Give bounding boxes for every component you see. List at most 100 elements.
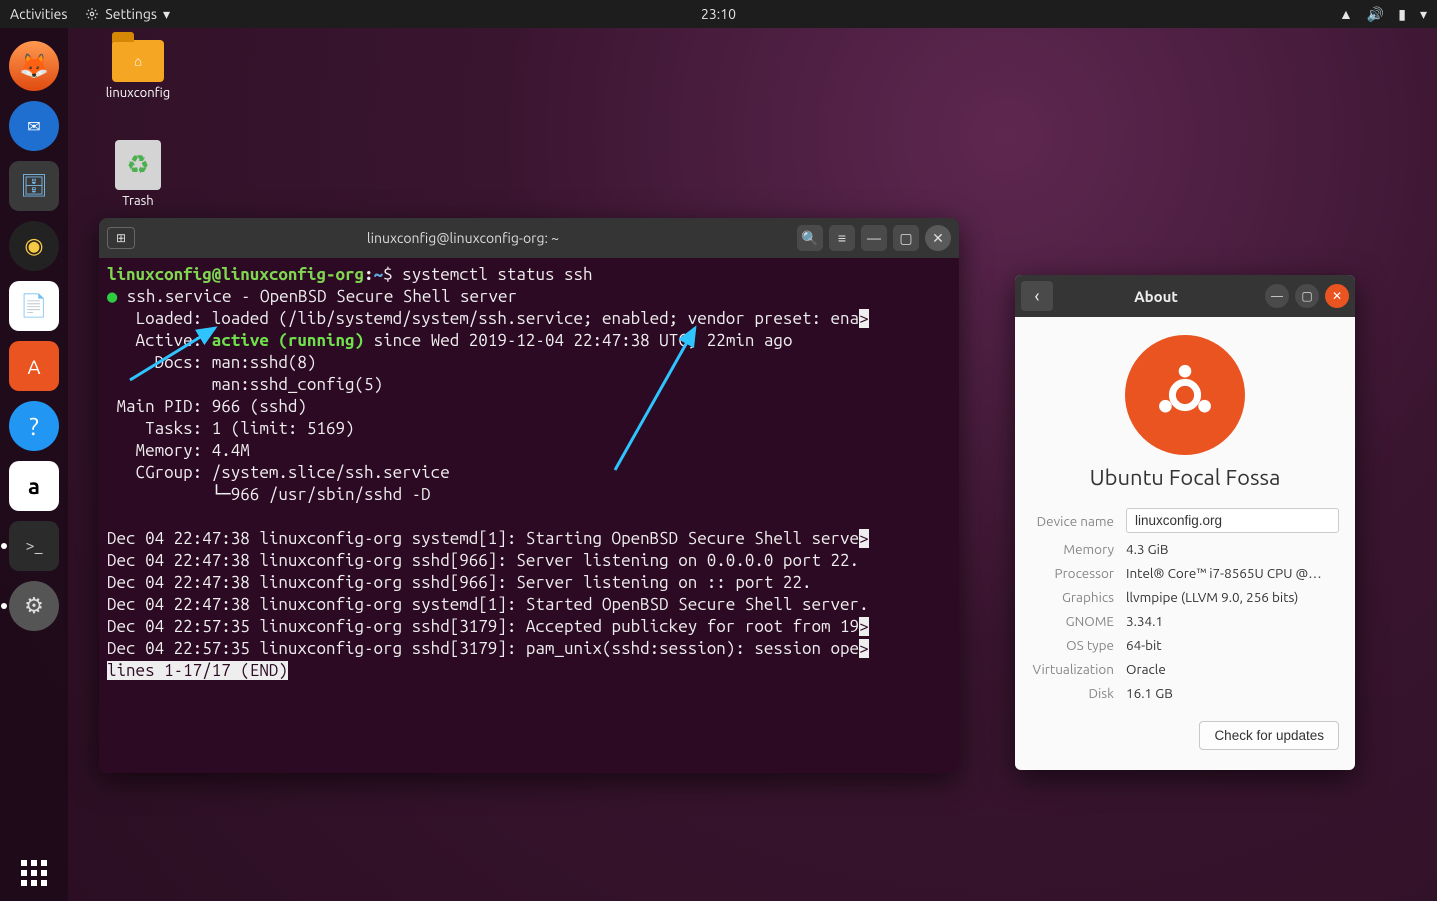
volume-icon[interactable]: 🔊	[1367, 6, 1384, 23]
folder-icon: ⌂	[112, 40, 164, 82]
about-label: Processor	[1031, 565, 1126, 581]
about-label: GNOME	[1031, 613, 1126, 629]
log-line: Dec 04 22:47:38 linuxconfig-org sshd[966…	[107, 573, 811, 592]
about-row-virt: Virtualization Oracle	[1031, 661, 1339, 677]
prompt-symbol: $	[383, 265, 393, 284]
cgroup-line-2: └─966 /usr/sbin/sshd -D	[107, 485, 431, 504]
check-updates-button[interactable]: Check for updates	[1199, 721, 1339, 750]
about-value: 64-bit	[1126, 637, 1339, 653]
about-value: Oracle	[1126, 661, 1339, 677]
terminal-menu-button[interactable]: ≡	[829, 225, 855, 251]
desktop-trash-label: Trash	[98, 194, 178, 208]
amazon-icon: a	[28, 474, 40, 499]
terminal-maximize-button[interactable]: ▢	[893, 225, 919, 251]
log-line: Dec 04 22:57:35 linuxconfig-org sshd[317…	[107, 617, 859, 636]
ubuntu-logo-icon	[1125, 335, 1245, 455]
top-panel: Activities Settings ▾ 23:10 ▲ 🔊 ▮ ▾	[0, 0, 1437, 28]
about-maximize-button[interactable]: ▢	[1295, 284, 1319, 308]
about-window: ‹ About — ▢ ✕ Ubuntu Focal Fossa Device …	[1015, 275, 1355, 770]
about-close-button[interactable]: ✕	[1325, 284, 1349, 308]
dock-rhythmbox[interactable]: ◉	[9, 221, 59, 271]
about-value: Intel® Core™ i7-8565U CPU @…	[1126, 565, 1339, 581]
active-state: active (running)	[212, 331, 364, 350]
dock-help[interactable]: ?	[9, 401, 59, 451]
about-row-ostype: OS type 64-bit	[1031, 637, 1339, 653]
terminal-body[interactable]: linuxconfig@linuxconfig-org:~$ systemctl…	[99, 258, 959, 773]
app-menu[interactable]: Settings ▾	[85, 6, 170, 23]
dock-writer[interactable]: 📄	[9, 281, 59, 331]
desktop-folder-linuxconfig[interactable]: ⌂ linuxconfig	[98, 40, 178, 100]
terminal-close-button[interactable]: ✕	[925, 225, 951, 251]
active-label: Active:	[107, 331, 212, 350]
about-row-device: Device name	[1031, 508, 1339, 533]
about-row-graphics: Graphics llvmpipe (LLVM 9.0, 256 bits)	[1031, 589, 1339, 605]
cgroup-line: CGroup: /system.slice/ssh.service	[107, 463, 450, 482]
about-minimize-button[interactable]: —	[1265, 284, 1289, 308]
network-icon[interactable]: ▲	[1339, 6, 1353, 22]
active-rest: since Wed 2019-12-04 22:47:38 UTC; 22min…	[364, 331, 792, 350]
pager-status: lines 1-17/17 (END)	[107, 661, 288, 680]
dock-settings[interactable]: ⚙	[9, 581, 59, 631]
log-line: Dec 04 22:47:38 linuxconfig-org systemd[…	[107, 595, 869, 614]
dock-thunderbird[interactable]: ✉	[9, 101, 59, 151]
dock-firefox[interactable]: 🦊	[9, 41, 59, 91]
dock-amazon[interactable]: a	[9, 461, 59, 511]
dock-software[interactable]: A	[9, 341, 59, 391]
chevron-down-icon: ▾	[163, 6, 170, 23]
terminal-title: linuxconfig@linuxconfig-org: ~	[135, 230, 791, 246]
distro-name: Ubuntu Focal Fossa	[1090, 465, 1281, 490]
clock[interactable]: 23:10	[701, 6, 736, 22]
about-row-disk: Disk 16.1 GB	[1031, 685, 1339, 701]
files-icon: 🗄	[20, 173, 48, 199]
writer-icon: 📄	[20, 293, 47, 319]
terminal-minimize-button[interactable]: —	[861, 225, 887, 251]
log-line: Dec 04 22:47:38 linuxconfig-org sshd[966…	[107, 551, 859, 570]
settings-icon: ⚙	[24, 593, 44, 619]
chevron-left-icon: ‹	[1034, 286, 1039, 306]
prompt-user: linuxconfig@linuxconfig-org	[107, 265, 364, 284]
log-line: Dec 04 22:57:35 linuxconfig-org sshd[317…	[107, 639, 859, 658]
docs-line-2: man:sshd_config(5)	[107, 375, 383, 394]
dock-terminal[interactable]: >_	[9, 521, 59, 571]
about-label: Device name	[1031, 513, 1126, 529]
about-label: Virtualization	[1031, 661, 1126, 677]
gear-icon	[85, 7, 99, 21]
thunderbird-icon: ✉	[27, 117, 40, 136]
about-title: About	[1053, 288, 1259, 305]
about-back-button[interactable]: ‹	[1021, 281, 1053, 311]
about-label: OS type	[1031, 637, 1126, 653]
tasks-line: Tasks: 1 (limit: 5169)	[107, 419, 355, 438]
log-line: Dec 04 22:47:38 linuxconfig-org systemd[…	[107, 529, 859, 548]
desktop-folder-label: linuxconfig	[98, 86, 178, 100]
about-row-processor: Processor Intel® Core™ i7-8565U CPU @…	[1031, 565, 1339, 581]
terminal-window: ⊞ linuxconfig@linuxconfig-org: ~ 🔍 ≡ — ▢…	[99, 218, 959, 773]
prompt-path: ~	[374, 265, 384, 284]
unit-line: ssh.service - OpenBSD Secure Shell serve…	[127, 287, 517, 306]
dock: 🦊 ✉ 🗄 ◉ 📄 A ? a >_ ⚙	[0, 28, 68, 901]
about-value: llvmpipe (LLVM 9.0, 256 bits)	[1126, 589, 1339, 605]
about-label: Graphics	[1031, 589, 1126, 605]
hamburger-icon: ≡	[838, 230, 846, 246]
battery-icon[interactable]: ▮	[1398, 6, 1406, 23]
mainpid-line: Main PID: 966 (sshd)	[107, 397, 307, 416]
about-row-gnome: GNOME 3.34.1	[1031, 613, 1339, 629]
desktop-trash[interactable]: Trash	[98, 140, 178, 208]
device-name-input[interactable]	[1126, 508, 1339, 533]
about-label: Memory	[1031, 541, 1126, 557]
about-value: 3.34.1	[1126, 613, 1339, 629]
about-label: Disk	[1031, 685, 1126, 701]
speaker-icon: ◉	[24, 233, 43, 259]
activities-button[interactable]: Activities	[10, 6, 67, 22]
trash-icon	[115, 140, 161, 190]
about-titlebar[interactable]: ‹ About — ▢ ✕	[1015, 275, 1355, 317]
terminal-command: systemctl status ssh	[402, 265, 592, 284]
terminal-search-button[interactable]: 🔍	[797, 225, 823, 251]
show-applications-button[interactable]	[14, 853, 54, 893]
memory-line: Memory: 4.4M	[107, 441, 250, 460]
firefox-icon: 🦊	[19, 52, 49, 80]
terminal-new-tab-button[interactable]: ⊞	[107, 227, 135, 249]
terminal-titlebar[interactable]: ⊞ linuxconfig@linuxconfig-org: ~ 🔍 ≡ — ▢…	[99, 218, 959, 258]
dock-files[interactable]: 🗄	[9, 161, 59, 211]
search-icon: 🔍	[801, 230, 818, 247]
system-menu-chevron-icon[interactable]: ▾	[1420, 6, 1427, 23]
